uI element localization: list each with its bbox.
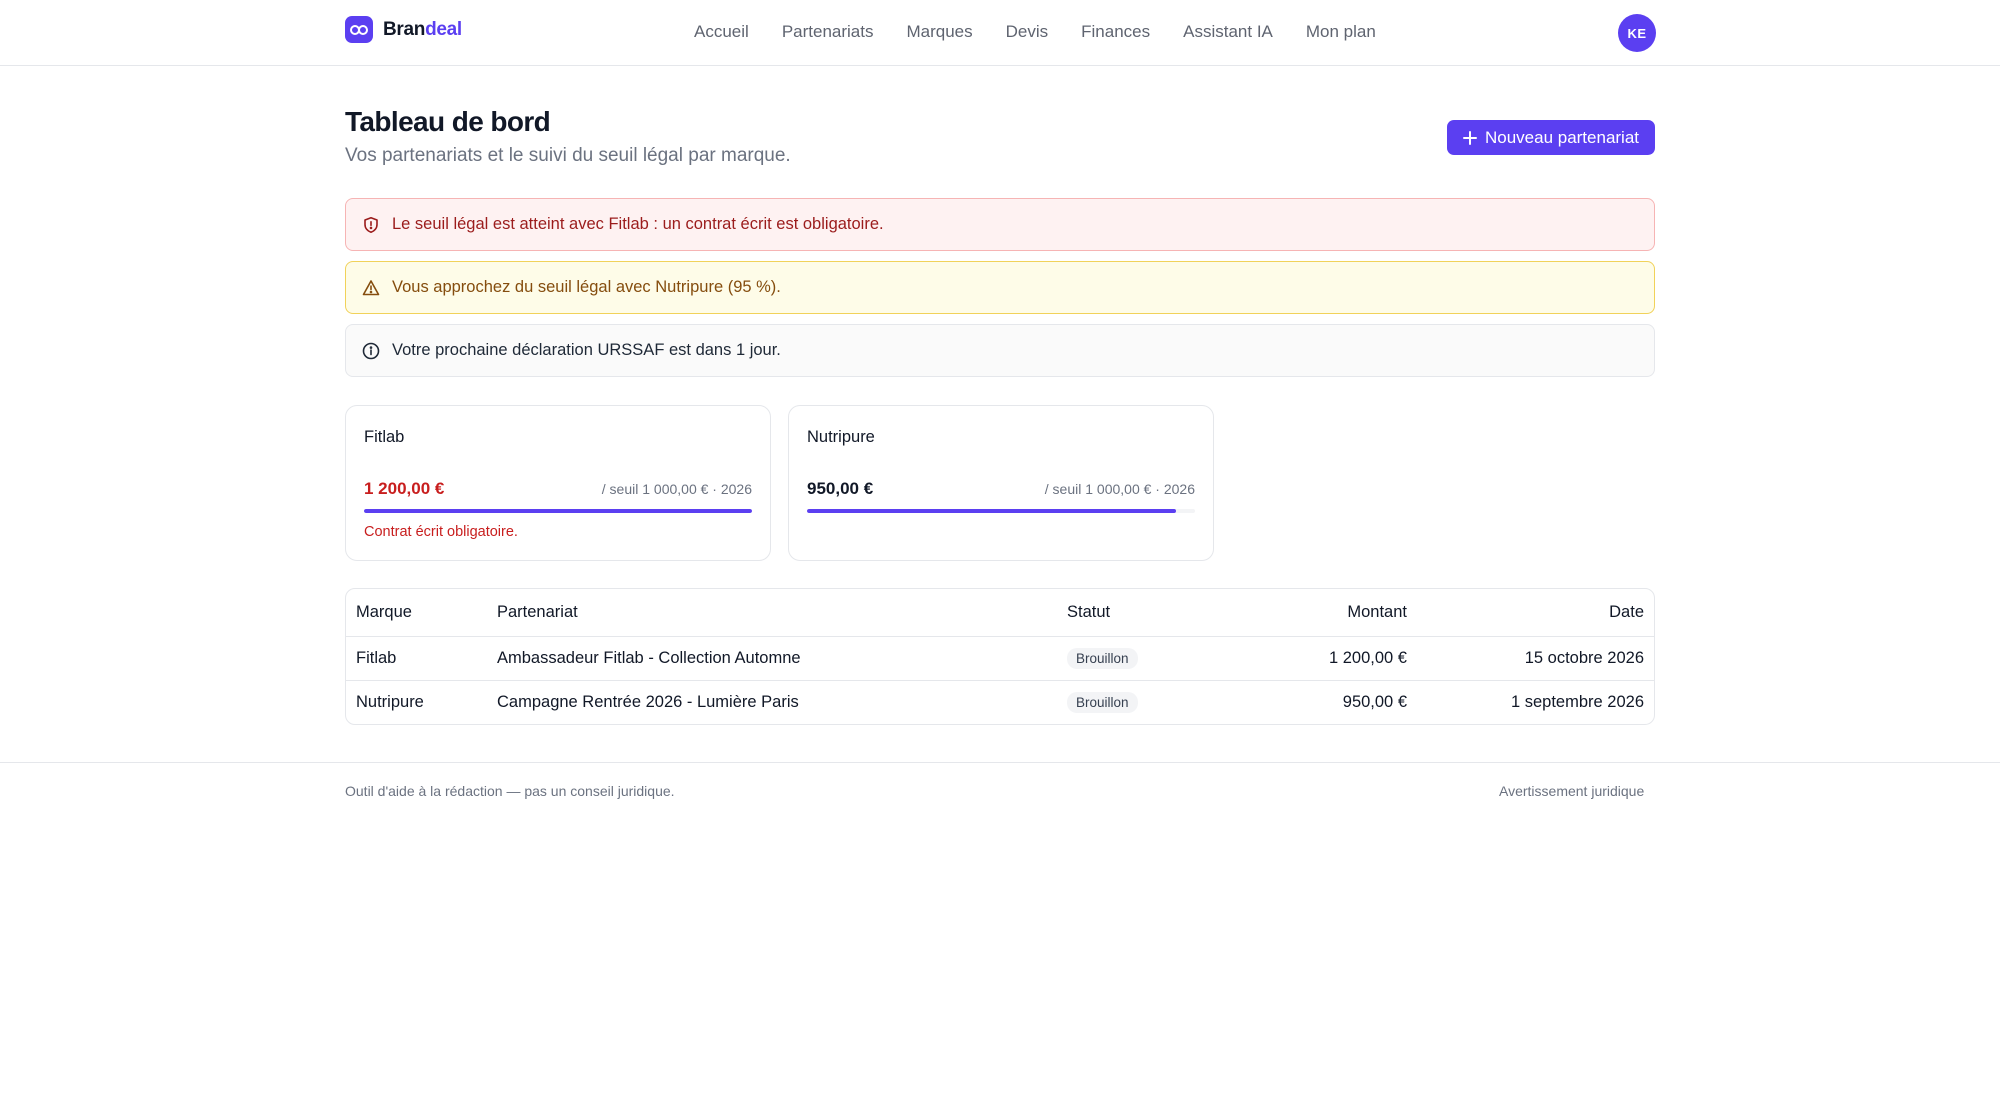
alert-threshold-reached: Le seuil légal est atteint avec Fitlab :…	[345, 198, 1655, 251]
plus-icon	[1462, 130, 1477, 145]
column-header-partnership[interactable]: Partenariat	[497, 589, 1067, 637]
info-circle-icon	[362, 342, 380, 360]
brand-card-amount: 950,00 €	[807, 479, 874, 498]
status-badge: Brouillon	[1067, 647, 1138, 669]
shield-alert-icon	[362, 216, 380, 234]
new-partnership-label: Nouveau partenariat	[1484, 127, 1640, 147]
cell-partnership[interactable]: Campagne Rentrée 2026 - Lumière Paris	[497, 679, 1067, 724]
nav-item-devis[interactable]: Devis	[1006, 22, 1049, 42]
cell-date: 15 octobre 2026	[1524, 648, 1644, 667]
nav-item-accueil[interactable]: Accueil	[694, 22, 749, 42]
cell-amount: 1 200,00 €	[1329, 648, 1407, 667]
infinity-link-icon	[345, 16, 373, 43]
alert-threshold-approaching: Vous approchez du seuil légal avec Nutri…	[345, 261, 1655, 314]
cell-status: Brouillon	[1067, 679, 1217, 724]
cell-brand: Fitlab	[356, 648, 397, 667]
cell-date: 1 septembre 2026	[1407, 679, 1654, 724]
legal-notice-link[interactable]: Avertissement juridique	[1499, 783, 1644, 799]
cell-brand: Nutripure	[346, 679, 497, 724]
table-header-row: Marque Partenariat Statut Montant Date	[346, 589, 1654, 637]
partnerships-table: Marque Partenariat Statut Montant Date F…	[345, 588, 1655, 725]
nav-item-finances[interactable]: Finances	[1081, 22, 1150, 42]
cell-partnership[interactable]: Ambassadeur Fitlab - Collection Automne	[497, 636, 1067, 680]
brand-card-name: Nutripure	[807, 428, 875, 446]
top-header: Brandeal Accueil Partenariats Marques De…	[0, 0, 2000, 66]
brand-card-name: Fitlab	[364, 428, 405, 446]
page-title: Tableau de bord	[345, 106, 551, 137]
footer-disclaimer: Outil d'aide à la rédaction — pas un con…	[345, 783, 675, 799]
brand-card-threshold: / seuil 1 000,00 € · 2026	[601, 481, 752, 497]
brand-card-amount: 1 200,00 €	[364, 479, 445, 498]
user-avatar[interactable]: KE	[1618, 14, 1656, 52]
brand-card-fitlab[interactable]: Fitlab 1 200,00 € / seuil 1 000,00 € · 2…	[345, 405, 771, 561]
alert-urssaf-reminder: Votre prochaine déclaration URSSAF est d…	[345, 324, 1655, 377]
table-row[interactable]: Fitlab Ambassadeur Fitlab - Collection A…	[346, 636, 1654, 680]
nav-item-assistant-ia[interactable]: Assistant IA	[1183, 22, 1273, 42]
table-row[interactable]: Nutripure Campagne Rentrée 2026 - Lumièr…	[346, 679, 1654, 724]
alert-text: Vous approchez du seuil légal avec Nutri…	[392, 278, 781, 296]
alert-text: Le seuil légal est atteint avec Fitlab :…	[392, 215, 884, 233]
nav-item-mon-plan[interactable]: Mon plan	[1306, 22, 1376, 42]
warning-triangle-icon	[362, 279, 380, 297]
brand-card-note: Contrat écrit obligatoire.	[364, 524, 518, 540]
nav-item-marques[interactable]: Marques	[906, 22, 972, 42]
column-header-brand[interactable]: Marque	[346, 589, 497, 637]
cell-amount: 950,00 €	[1217, 679, 1407, 724]
main-nav: Accueil Partenariats Marques Devis Finan…	[694, 22, 1376, 42]
logo-wordmark: Brandeal	[383, 18, 462, 40]
threshold-progress-bar	[364, 509, 752, 513]
brand-card-threshold: / seuil 1 000,00 € · 2026	[1044, 481, 1195, 497]
alert-text: Votre prochaine déclaration URSSAF est d…	[392, 341, 781, 359]
nav-item-partenariats[interactable]: Partenariats	[782, 22, 874, 42]
new-partnership-button[interactable]: Nouveau partenariat	[1447, 120, 1655, 155]
threshold-progress-fill	[364, 509, 752, 513]
column-header-amount[interactable]: Montant	[1217, 589, 1407, 637]
page-footer: Outil d'aide à la rédaction — pas un con…	[0, 762, 2000, 799]
column-header-status[interactable]: Statut	[1067, 589, 1217, 637]
brand-logo[interactable]: Brandeal	[345, 16, 462, 43]
cell-status: Brouillon	[1067, 636, 1217, 680]
threshold-progress-bar	[807, 509, 1195, 513]
threshold-progress-fill	[807, 509, 1176, 513]
brand-card-nutripure[interactable]: Nutripure 950,00 € / seuil 1 000,00 € · …	[788, 405, 1214, 561]
column-header-date[interactable]: Date	[1407, 589, 1654, 637]
page-subtitle: Vos partenariats et le suivi du seuil lé…	[345, 145, 791, 166]
status-badge: Brouillon	[1067, 691, 1138, 713]
